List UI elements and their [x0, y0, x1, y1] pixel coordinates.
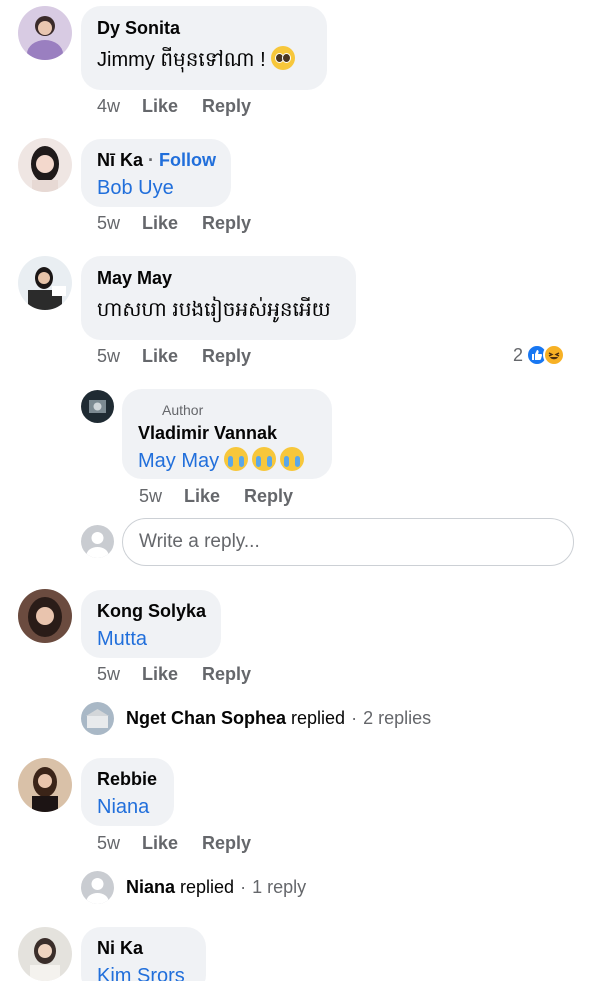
reply-count[interactable]: 2 replies — [363, 708, 431, 729]
timestamp[interactable]: 5w — [97, 664, 120, 685]
timestamp[interactable]: 5w — [139, 486, 162, 507]
timestamp[interactable]: 5w — [97, 213, 120, 234]
current-user-avatar — [81, 525, 114, 558]
comment-text: Jimmy ពីមុនទៅណា ! — [97, 49, 266, 71]
follow-button[interactable]: Follow — [159, 150, 216, 170]
reply-button[interactable]: Reply — [202, 833, 251, 854]
avatar[interactable] — [18, 256, 72, 310]
replier-name[interactable]: Nget Chan Sophea — [126, 708, 286, 729]
commenter-name[interactable]: Rebbie — [97, 768, 158, 790]
reply-input[interactable]: Write a reply... — [122, 518, 574, 566]
avatar[interactable] — [18, 589, 72, 643]
commenter-name[interactable]: Nī Ka — [97, 150, 143, 170]
like-button[interactable]: Like — [142, 213, 178, 234]
avatar — [81, 702, 114, 735]
avatar[interactable] — [18, 6, 72, 60]
view-replies[interactable]: Niana replied · 1 reply — [81, 871, 306, 904]
comment-bubble: May May ហាសហា របងរៀចអស់អូនអើយ — [81, 256, 356, 340]
avatar[interactable] — [18, 927, 72, 981]
comment-bubble: Nī Ka · Follow Bob Uye — [81, 139, 231, 207]
like-button[interactable]: Like — [142, 664, 178, 685]
like-button[interactable]: Like — [142, 833, 178, 854]
reply-button[interactable]: Reply — [202, 96, 251, 117]
like-button[interactable]: Like — [184, 486, 220, 507]
comment-text: ហាសហា របងរៀចអស់អូនអើយ — [97, 299, 331, 321]
comment-actions: 5w Like Reply — [97, 664, 275, 685]
reply-bubble: Author Vladimir Vannak May May — [122, 389, 332, 479]
separator-dot: · — [148, 150, 155, 170]
avatar — [81, 871, 114, 904]
comment-actions: 5w Like Reply — [97, 213, 275, 234]
replied-label: replied — [291, 708, 346, 728]
commenter-name[interactable]: Kong Solyka — [97, 600, 206, 622]
replied-label: replied — [180, 877, 235, 897]
comment-actions: 4w Like Reply — [97, 96, 275, 117]
comment-actions: 5w Like Reply — [97, 833, 275, 854]
crying-face-icon — [252, 447, 277, 471]
timestamp[interactable]: 5w — [97, 346, 120, 367]
author-badge: Author — [162, 402, 204, 418]
comment-bubble: Kong Solyka Mutta — [81, 590, 221, 658]
reply-button[interactable]: Reply — [202, 213, 251, 234]
view-replies[interactable]: Nget Chan Sophea replied · 2 replies — [81, 702, 431, 735]
avatar[interactable] — [18, 138, 72, 192]
commenter-name[interactable]: Vladimir Vannak — [138, 421, 316, 445]
mention-link[interactable]: Mutta — [97, 625, 205, 653]
mention-link[interactable]: May May — [138, 450, 219, 472]
reply-actions: 5w Like Reply — [139, 486, 317, 507]
comment-actions: 5w Like Reply — [97, 346, 275, 367]
reply-count[interactable]: 1 reply — [252, 877, 306, 898]
comment-bubble: Ni Ka Kim Srors — [81, 927, 206, 981]
reaction-summary[interactable]: 2 — [513, 344, 566, 366]
comment-bubble: Dy Sonita Jimmy ពីមុនទៅណា ! — [81, 6, 327, 90]
crying-face-icon — [280, 447, 305, 471]
avatar[interactable] — [81, 390, 114, 423]
separator-dot: · — [240, 877, 247, 897]
comment-bubble: Rebbie Niana — [81, 758, 174, 826]
mention-link[interactable]: Kim Srors — [97, 962, 190, 981]
mention-link[interactable]: Niana — [97, 793, 158, 821]
avatar[interactable] — [18, 758, 72, 812]
reply-button[interactable]: Reply — [202, 346, 251, 367]
commenter-name[interactable]: Ni Ka — [97, 937, 190, 959]
separator-dot: · — [351, 708, 358, 728]
mention-link[interactable]: Bob Uye — [97, 174, 215, 202]
pleading-face-icon — [271, 46, 296, 70]
reaction-count: 2 — [513, 344, 524, 365]
like-button[interactable]: Like — [142, 346, 178, 367]
haha-reaction-icon — [543, 344, 566, 366]
commenter-name[interactable]: Dy Sonita — [97, 16, 311, 40]
commenter-name[interactable]: May May — [97, 266, 340, 290]
timestamp[interactable]: 4w — [97, 96, 120, 117]
like-button[interactable]: Like — [142, 96, 178, 117]
crying-face-icon — [223, 447, 248, 471]
reply-button[interactable]: Reply — [244, 486, 293, 507]
reply-input-placeholder: Write a reply... — [139, 531, 260, 552]
timestamp[interactable]: 5w — [97, 833, 120, 854]
reply-button[interactable]: Reply — [202, 664, 251, 685]
replier-name[interactable]: Niana — [126, 877, 175, 898]
